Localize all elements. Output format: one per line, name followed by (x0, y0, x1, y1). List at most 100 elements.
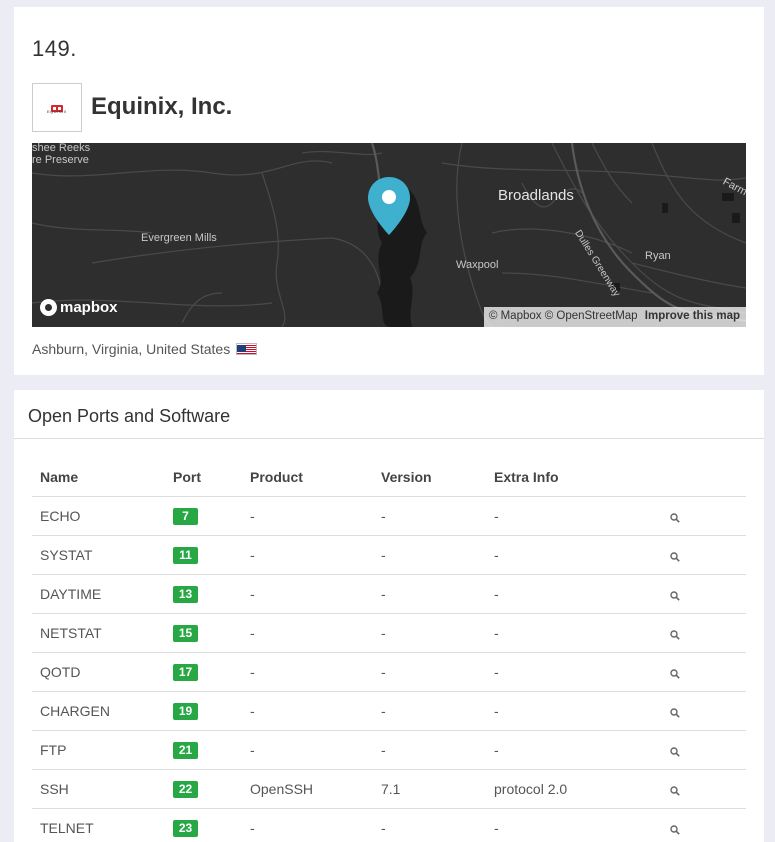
version: - (381, 730, 494, 770)
version: - (381, 574, 494, 614)
table-row: CHARGEN 19- - - (32, 691, 746, 731)
search-icon[interactable] (670, 783, 680, 796)
map-label-preserve-2: re Preserve (32, 154, 89, 166)
port-badge[interactable]: 7 (173, 507, 198, 525)
service-name: QOTD (32, 652, 173, 692)
product: - (250, 574, 381, 614)
port-badge[interactable]: 17 (173, 663, 198, 681)
port-cell: 15 (173, 613, 250, 653)
port-cell: 13 (173, 574, 250, 614)
service-name: CHARGEN (32, 691, 173, 731)
action-cell (670, 730, 746, 770)
search-icon[interactable] (670, 549, 680, 562)
mapbox-logo[interactable]: mapbox (40, 299, 118, 316)
col-extra-info: Extra Info (494, 458, 670, 497)
service-name: SYSTAT (32, 535, 173, 575)
table-row: SYSTAT 11- - - (32, 535, 746, 575)
search-icon[interactable] (670, 744, 680, 757)
port-badge[interactable]: 23 (173, 819, 198, 837)
equinix-logo-icon: EQUINIX (42, 100, 72, 116)
search-icon[interactable] (670, 822, 680, 835)
section-title: Open Ports and Software (28, 406, 231, 426)
product: - (250, 613, 381, 653)
port-badge[interactable]: 21 (173, 741, 198, 759)
extra-info: - (494, 730, 670, 770)
version: 7.1 (381, 769, 494, 809)
action-cell (670, 691, 746, 731)
product: - (250, 808, 381, 842)
search-icon[interactable] (670, 588, 680, 601)
table-row: DAYTIME 13- - - (32, 574, 746, 614)
col-product: Product (250, 458, 381, 497)
map-label-waxpool: Waxpool (456, 259, 499, 271)
logo-text: EQUINIX (47, 109, 67, 114)
table-header-row: Name Port Product Version Extra Info (32, 458, 746, 497)
table-row: ECHO 7- - - (32, 496, 746, 536)
service-name: NETSTAT (32, 613, 173, 653)
port-badge[interactable]: 13 (173, 585, 198, 603)
col-actions (670, 458, 746, 497)
map-label-evergreen: Evergreen Mills (141, 232, 217, 244)
search-icon[interactable] (670, 705, 680, 718)
product: - (250, 691, 381, 731)
action-cell (670, 808, 746, 842)
search-icon[interactable] (670, 666, 680, 679)
service-name: ECHO (32, 496, 173, 536)
service-name: FTP (32, 730, 173, 770)
action-cell (670, 574, 746, 614)
us-flag-icon (236, 343, 258, 355)
map-label-preserve-1: shee Reeks (32, 143, 91, 154)
port-badge[interactable]: 11 (173, 546, 198, 564)
extra-info: - (494, 808, 670, 842)
version: - (381, 652, 494, 692)
port-cell: 19 (173, 691, 250, 731)
version: - (381, 808, 494, 842)
ports-table: Name Port Product Version Extra Info ECH… (32, 458, 746, 842)
action-cell (670, 535, 746, 575)
port-cell: 11 (173, 535, 250, 575)
product: - (250, 496, 381, 536)
map-label-ryan: Ryan (645, 250, 671, 262)
product: - (250, 652, 381, 692)
port-badge[interactable]: 15 (173, 624, 198, 642)
version: - (381, 535, 494, 575)
mapbox-brand: mapbox (60, 299, 118, 316)
version: - (381, 691, 494, 731)
port-cell: 23 (173, 808, 250, 842)
extra-info: - (494, 613, 670, 653)
action-cell (670, 769, 746, 809)
col-name: Name (32, 458, 173, 497)
location-text: Ashburn, Virginia, United States (32, 341, 231, 357)
product: - (250, 730, 381, 770)
table-row: SSH 22 OpenSSH 7.1 protocol 2.0 (32, 769, 746, 809)
extra-info: protocol 2.0 (494, 769, 670, 809)
map-pin-icon (367, 175, 411, 242)
port-cell: 22 (173, 769, 250, 809)
search-icon[interactable] (670, 627, 680, 640)
col-version: Version (381, 458, 494, 497)
service-name: TELNET (32, 808, 173, 842)
organization-name[interactable]: Equinix, Inc. (91, 93, 232, 121)
action-cell (670, 613, 746, 653)
search-icon[interactable] (670, 510, 680, 523)
mapbox-icon (40, 299, 57, 316)
location-map[interactable]: shee Reeks re Preserve Evergreen Mills B… (32, 143, 746, 327)
port-cell: 7 (173, 496, 250, 536)
attribution-text[interactable]: © Mapbox © OpenStreetMap (489, 310, 638, 322)
service-name: SSH (32, 769, 173, 809)
action-cell (670, 496, 746, 536)
table-row: TELNET 23- - - (32, 808, 746, 842)
extra-info: - (494, 535, 670, 575)
version: - (381, 496, 494, 536)
section-divider (14, 438, 764, 439)
improve-map-link[interactable]: Improve this map (645, 310, 740, 322)
org-logo: EQUINIX (32, 83, 82, 132)
port-badge[interactable]: 22 (173, 780, 198, 798)
port-badge[interactable]: 19 (173, 702, 198, 720)
extra-info: - (494, 496, 670, 536)
table-row: NETSTAT 15- - - (32, 613, 746, 653)
table-row: FTP 21- - - (32, 730, 746, 770)
product: - (250, 535, 381, 575)
extra-info: - (494, 652, 670, 692)
product: OpenSSH (250, 769, 381, 809)
